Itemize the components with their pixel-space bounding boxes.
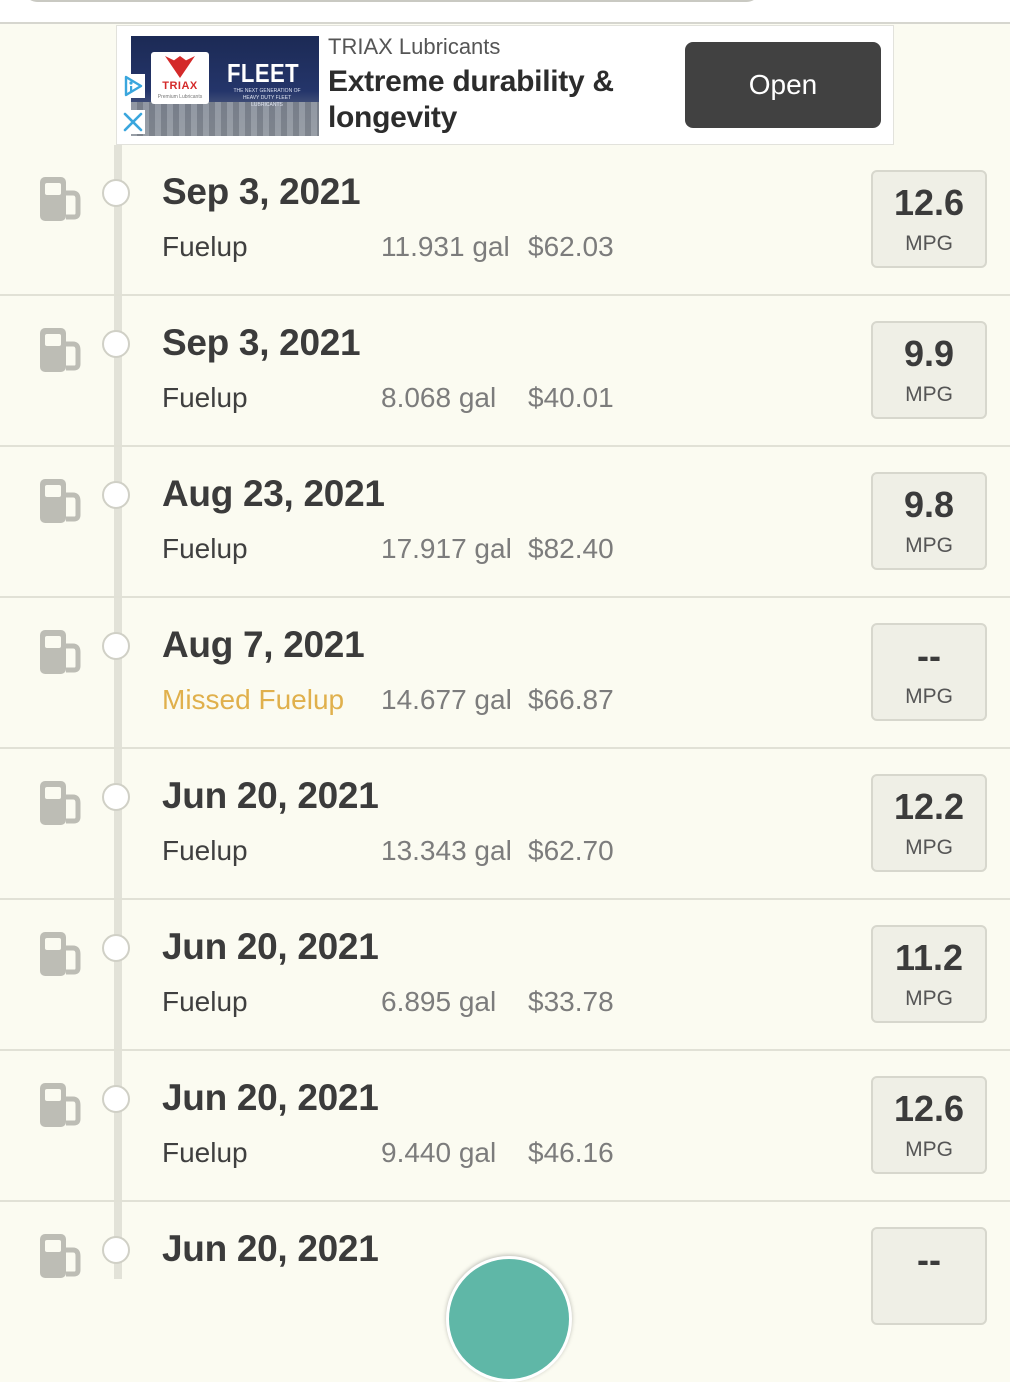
mpg-unit: MPG xyxy=(905,685,953,708)
timeline-dot xyxy=(102,1236,130,1264)
ad-image-brand: TRIAX xyxy=(162,80,198,92)
entry-cost: $62.70 xyxy=(528,835,614,866)
timeline-dot xyxy=(102,179,130,207)
mpg-value: 12.2 xyxy=(893,786,965,827)
entry-type: Fuelup xyxy=(162,835,248,866)
entry-cost: $46.16 xyxy=(528,1137,614,1168)
entry-date: Aug 7, 2021 xyxy=(162,624,365,665)
fuel-pump-icon xyxy=(40,479,81,523)
mpg-badge[interactable]: 11.2 MPG xyxy=(871,925,987,1023)
triax-logo: TRIAX Premium Lubricants xyxy=(151,52,209,104)
top-bar xyxy=(0,0,1010,24)
entry-cost: $66.87 xyxy=(528,684,614,715)
ad-image-subtitle: THE NEXT GENERATION OF HEAVY DUTY FLEET … xyxy=(233,88,301,108)
adchoices-icon[interactable] xyxy=(121,74,145,98)
entry-gallons: 9.440 gal xyxy=(381,1137,497,1168)
entry-date: Sep 3, 2021 xyxy=(162,171,361,212)
fuel-log-row[interactable]: Jun 20, 2021 Fuelup 13.343 gal $62.70 12… xyxy=(0,749,1010,900)
fuel-log-row[interactable]: Jun 20, 2021 Fuelup 6.895 gal $33.78 11.… xyxy=(0,900,1010,1051)
timeline-dot xyxy=(102,632,130,660)
timeline-dot xyxy=(102,783,130,811)
entry-type: Fuelup xyxy=(162,231,248,262)
fuel-log-list: Sep 3, 2021 Fuelup 11.931 gal $62.03 12.… xyxy=(0,145,1010,1351)
mpg-badge[interactable]: 12.6 MPG xyxy=(871,170,987,268)
mpg-unit: MPG xyxy=(905,232,953,255)
mpg-badge[interactable]: 12.2 MPG xyxy=(871,774,987,872)
fuel-log-row[interactable]: Sep 3, 2021 Fuelup 11.931 gal $62.03 12.… xyxy=(0,145,1010,296)
entry-gallons: 11.931 gal xyxy=(381,231,510,262)
ad-advertiser[interactable]: TRIAX Lubricants xyxy=(328,34,500,60)
ad-banner[interactable]: TRIAX Premium Lubricants FLEET THE NEXT … xyxy=(116,25,894,145)
entry-date: Jun 20, 2021 xyxy=(162,926,379,967)
entry-date: Sep 3, 2021 xyxy=(162,322,361,363)
fuel-pump-icon xyxy=(40,781,81,825)
entry-type-missed: Missed Fuelup xyxy=(162,684,345,715)
fuel-log-row[interactable]: Jun 20, 2021 Fuelup 9.440 gal $46.16 12.… xyxy=(0,1051,1010,1202)
add-fuelup-button[interactable] xyxy=(446,1256,572,1382)
timeline-dot xyxy=(102,330,130,358)
entry-gallons: 17.917 gal xyxy=(381,533,512,564)
mpg-badge[interactable]: -- xyxy=(871,1227,987,1325)
timeline-dot xyxy=(102,934,130,962)
entry-gallons: 13.343 gal xyxy=(381,835,512,866)
fuel-pump-icon xyxy=(40,177,81,221)
mpg-value: 12.6 xyxy=(893,182,965,223)
entry-type: Fuelup xyxy=(162,533,248,564)
mpg-unit: MPG xyxy=(905,534,953,557)
fuel-pump-icon xyxy=(40,328,81,372)
fuel-log-row[interactable]: Sep 3, 2021 Fuelup 8.068 gal $40.01 9.9 … xyxy=(0,296,1010,447)
entry-date: Jun 20, 2021 xyxy=(162,1077,379,1118)
mpg-unit: MPG xyxy=(905,987,953,1010)
mpg-value: 11.2 xyxy=(894,937,964,978)
fuel-pump-icon xyxy=(40,932,81,976)
mpg-value: -- xyxy=(917,1239,941,1280)
ad-close-icon[interactable] xyxy=(121,110,145,134)
mpg-badge[interactable]: 12.6 MPG xyxy=(871,1076,987,1174)
mpg-unit: MPG xyxy=(905,383,953,406)
entry-date: Aug 23, 2021 xyxy=(162,473,385,514)
search-field[interactable] xyxy=(22,0,762,2)
mpg-unit: MPG xyxy=(905,1138,953,1161)
entry-date: Jun 20, 2021 xyxy=(162,1228,379,1269)
ad-open-button[interactable]: Open xyxy=(685,42,881,128)
ad-image-title: FLEET xyxy=(227,58,300,88)
entry-cost: $82.40 xyxy=(528,533,614,564)
fuel-log-row[interactable]: Aug 7, 2021 Missed Fuelup 14.677 gal $66… xyxy=(0,598,1010,749)
mpg-value: -- xyxy=(917,635,941,676)
ad-image[interactable]: TRIAX Premium Lubricants FLEET THE NEXT … xyxy=(131,36,319,136)
entry-type: Fuelup xyxy=(162,986,248,1017)
fuel-pump-icon xyxy=(40,1234,81,1278)
timeline-dot xyxy=(102,481,130,509)
eagle-icon xyxy=(165,56,195,78)
timeline-dot xyxy=(102,1085,130,1113)
ad-image-brand-sub: Premium Lubricants xyxy=(157,94,203,100)
mpg-badge[interactable]: -- MPG xyxy=(871,623,987,721)
mpg-badge[interactable]: 9.9 MPG xyxy=(871,321,987,419)
mpg-value: 9.9 xyxy=(903,333,955,374)
entry-cost: $62.03 xyxy=(528,231,614,262)
entry-date: Jun 20, 2021 xyxy=(162,775,379,816)
entry-gallons: 8.068 gal xyxy=(381,382,497,413)
fuel-log-row[interactable]: Aug 23, 2021 Fuelup 17.917 gal $82.40 9.… xyxy=(0,447,1010,598)
fuel-pump-icon xyxy=(40,1083,81,1127)
entry-type: Fuelup xyxy=(162,1137,248,1168)
fuel-pump-icon xyxy=(40,630,81,674)
mpg-unit: MPG xyxy=(905,836,953,859)
mpg-value: 9.8 xyxy=(903,484,955,525)
entry-cost: $40.01 xyxy=(528,382,614,413)
entry-cost: $33.78 xyxy=(528,986,614,1017)
ad-headline[interactable]: Extreme durability & longevity xyxy=(328,64,648,136)
entry-gallons: 6.895 gal xyxy=(381,986,497,1017)
mpg-value: 12.6 xyxy=(893,1088,965,1129)
mpg-badge[interactable]: 9.8 MPG xyxy=(871,472,987,570)
entry-type: Fuelup xyxy=(162,382,248,413)
entry-gallons: 14.677 gal xyxy=(381,684,512,715)
